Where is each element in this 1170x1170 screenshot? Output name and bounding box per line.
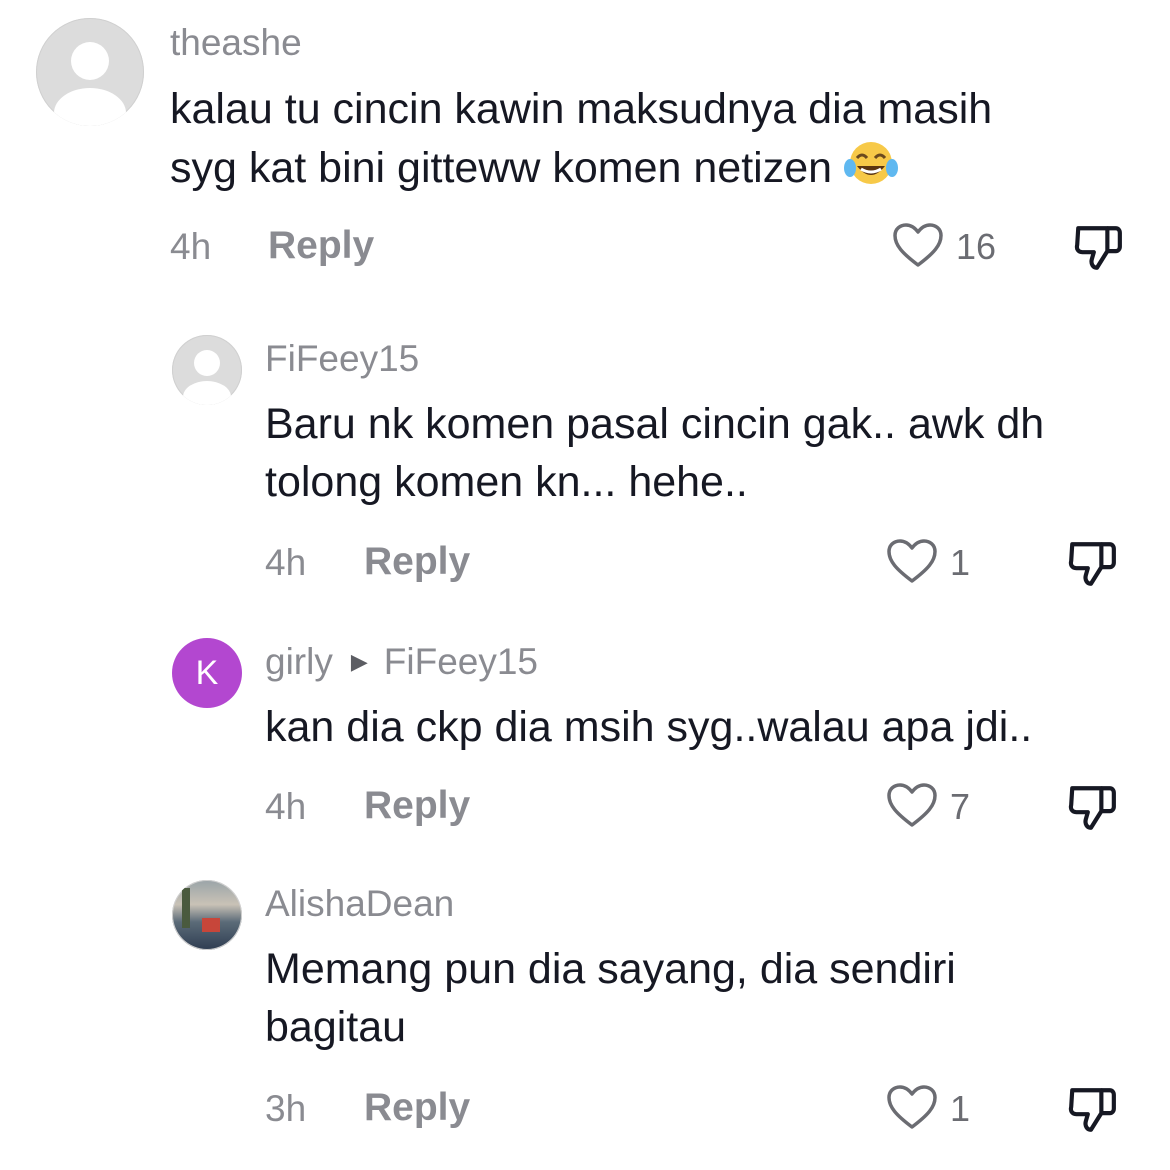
comment-text-line: kan dia ckp dia msih syg..walau apa jdi.… [265,703,1033,751]
comment-text-line2: syg kat bini gitteww komen netizen [170,144,833,192]
comment-text-line: kalau tu cincin kawin maksudnya dia masi… [170,85,993,133]
comment-text: Baru nk komen pasal cincin gak.. awk dh … [265,395,1145,511]
comment-text-line: bagitau [265,1003,407,1051]
comment-text-line: Memang pun dia sayang, dia sendiri [265,945,956,993]
reply-button[interactable]: Reply [364,540,470,584]
comment-text-line: syg kat bini gitteww komen netizen [170,138,1130,197]
avatar-photo-detail [202,918,220,932]
username: girly ▶ FiFeey15 [265,641,538,683]
username-link[interactable]: girly [265,641,333,682]
reply-button[interactable]: Reply [364,1086,470,1130]
comment-text: kan dia ckp dia msih syg..walau apa jdi.… [265,698,1145,756]
avatar[interactable] [36,18,144,126]
avatar-letter: K [195,653,219,692]
thumbs-down-icon[interactable] [1066,1084,1118,1136]
avatar[interactable] [172,880,242,950]
comment-text: kalau tu cincin kawin maksudnya dia masi… [170,80,1130,197]
comment-text-line: Baru nk komen pasal cincin gak.. awk dh [265,400,1045,448]
default-avatar-body [54,88,126,126]
timestamp: 4h [265,786,307,827]
avatar[interactable] [172,335,242,405]
heart-outline-icon[interactable] [892,222,944,268]
face-with-tears-of-joy-icon [844,142,899,184]
thumbs-down-icon[interactable] [1066,538,1118,590]
timestamp: 3h [265,1088,307,1129]
default-avatar-icon [71,42,109,80]
username[interactable]: AlishaDean [265,883,454,925]
default-avatar-icon [194,350,220,376]
thumbs-down-icon[interactable] [1072,222,1124,274]
timestamp: 4h [170,226,212,267]
username[interactable]: theashe [170,22,302,64]
like-count: 16 [956,226,997,267]
heart-outline-icon[interactable] [886,1084,938,1130]
default-avatar-body [183,381,231,405]
like-count: 7 [950,786,971,827]
reply-to-username[interactable]: FiFeey15 [384,641,538,682]
avatar[interactable]: K [172,638,242,708]
reply-button[interactable]: Reply [268,224,374,268]
like-count: 1 [950,1088,971,1129]
like-count: 1 [950,542,971,583]
comment-text: Memang pun dia sayang, dia sendiri bagit… [265,940,1145,1056]
comment-text-line: tolong komen kn... hehe.. [265,458,748,506]
timestamp: 4h [265,542,307,583]
heart-outline-icon[interactable] [886,782,938,828]
thumbs-down-icon[interactable] [1066,782,1118,834]
username[interactable]: FiFeey15 [265,338,419,380]
triangle-right-icon: ▶ [350,649,368,674]
avatar-photo-detail [182,888,190,928]
reply-button[interactable]: Reply [364,784,470,828]
heart-outline-icon[interactable] [886,538,938,584]
